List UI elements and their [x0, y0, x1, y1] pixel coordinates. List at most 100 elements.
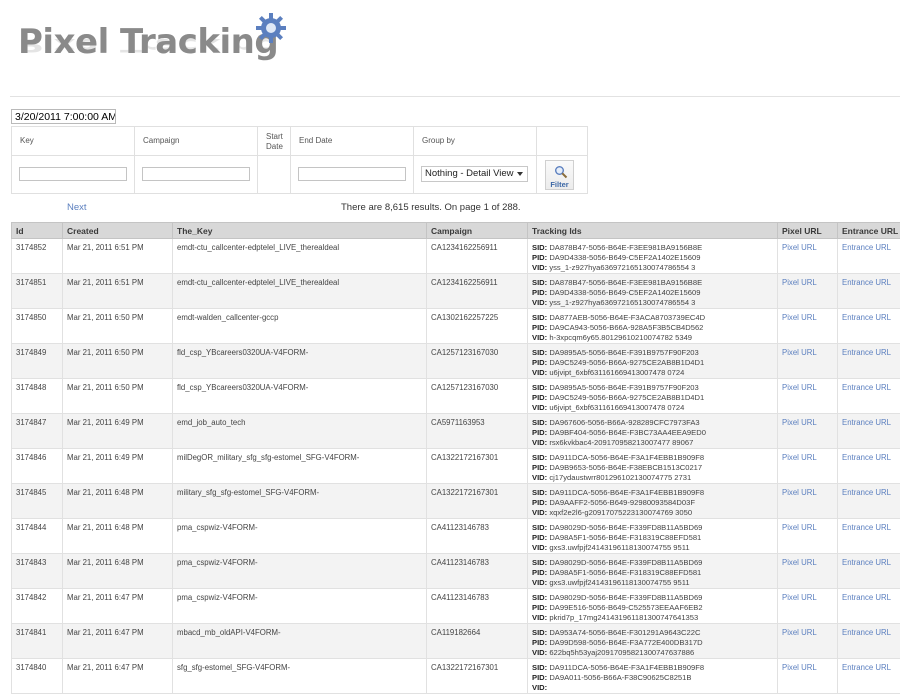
vid-label: VID:	[532, 683, 548, 692]
pid-value: DA99E516-5056-B649-C525573EEAAF6EB2	[549, 603, 703, 612]
cell-id: 3174846	[11, 448, 63, 484]
cell-key: pma_cspwiz-V4FORM-	[172, 588, 427, 624]
pixel-url-link[interactable]: Pixel URL	[782, 383, 817, 392]
column-header-id[interactable]: Id	[11, 222, 63, 239]
pixel-url-link[interactable]: Pixel URL	[782, 243, 817, 252]
cell-created: Mar 21, 2011 6:48 PM	[62, 553, 173, 589]
cell-created: Mar 21, 2011 6:48 PM	[62, 483, 173, 519]
entrance-url-link[interactable]: Entrance URL	[842, 663, 891, 672]
sid-label: SID:	[532, 628, 548, 637]
vid-value: cj17ydaustwrr801296102130074775 2731	[549, 473, 692, 482]
cell-entrance-url: Entrance URL	[837, 238, 900, 274]
pid-line: PID: DA9C5249-5056-B66A-9275CE2AB8B1D4D1	[532, 393, 777, 403]
cell-campaign: CA1322172167301	[426, 448, 528, 484]
cell-entrance-url: Entrance URL	[837, 553, 900, 589]
campaign-input[interactable]	[142, 167, 250, 181]
vid-value: rsx6kvkbac4-209170958213007477 89067	[549, 438, 694, 447]
pixel-url-link[interactable]: Pixel URL	[782, 663, 817, 672]
pixel-url-link[interactable]: Pixel URL	[782, 523, 817, 532]
column-header-entrance-url[interactable]: Entrance URL	[837, 222, 900, 239]
pixel-url-link[interactable]: Pixel URL	[782, 278, 817, 287]
next-page-link[interactable]: Next	[67, 202, 87, 213]
pixel-url-link[interactable]: Pixel URL	[782, 348, 817, 357]
pixel-url-link[interactable]: Pixel URL	[782, 453, 817, 462]
cell-tracking-ids: SID: DA953A74-5056-B64E-F301291A9643C22C…	[527, 623, 778, 659]
pid-value: DA9CA943-5056-B66A-928A5F3B5CB4D562	[549, 323, 704, 332]
filter-button[interactable]: Filter	[545, 160, 574, 190]
entrance-url-link[interactable]: Entrance URL	[842, 418, 891, 427]
cell-pixel-url: Pixel URL	[777, 658, 838, 694]
cell-tracking-ids: SID: DA877AEB-5056-B64E-F3ACA8703739EC4D…	[527, 308, 778, 344]
logo-reflection: Pixel Tracking	[18, 34, 279, 56]
pixel-url-link[interactable]: Pixel URL	[782, 593, 817, 602]
pixel-url-link[interactable]: Pixel URL	[782, 313, 817, 322]
pid-line: PID: DA9C5249-5056-B66A-9275CE2AB8B1D4D1	[532, 358, 777, 368]
entrance-url-link[interactable]: Entrance URL	[842, 488, 891, 497]
pid-label: PID:	[532, 358, 548, 367]
column-header-created[interactable]: Created	[62, 222, 173, 239]
table-row: 3174841 Mar 21, 2011 6:47 PM mbacd_mb_oldA…	[11, 623, 900, 659]
sid-line: SID: DA911DCA-5056-B64E-F3A1F4EBB1B909F8	[532, 663, 777, 673]
pid-value: DA9A011-5056-B66A-F38C90625C8251B	[549, 673, 692, 682]
results-table: Id Created The_Key Campaign Tracking Ids…	[11, 222, 900, 694]
sid-value: DA953A74-5056-B64E-F301291A9643C22C	[549, 628, 701, 637]
table-row: 3174851 Mar 21, 2011 6:51 PM emdt-ctu_call…	[11, 273, 900, 309]
entrance-url-link[interactable]: Entrance URL	[842, 243, 891, 252]
cell-id: 3174840	[11, 658, 63, 694]
entrance-url-link[interactable]: Entrance URL	[842, 523, 891, 532]
column-header-key[interactable]: The_Key	[172, 222, 427, 239]
column-header-tracking-ids[interactable]: Tracking Ids	[527, 222, 778, 239]
key-input[interactable]	[19, 167, 127, 181]
pid-value: DA9B9653-5056-B64E-F38EBCB1513C0217	[549, 463, 703, 472]
cell-tracking-ids: SID: DA98029D-5056-B64E-F339FD8B11A5BD69…	[527, 553, 778, 589]
entrance-url-link[interactable]: Entrance URL	[842, 453, 891, 462]
end-date-input[interactable]	[298, 167, 406, 181]
cell-pixel-url: Pixel URL	[777, 273, 838, 309]
vid-label: VID:	[532, 613, 548, 622]
cell-id: 3174847	[11, 413, 63, 449]
cell-tracking-ids: SID: DA911DCA-5056-B64E-F3A1F4EBB1B909F8…	[527, 658, 778, 694]
pixel-url-link[interactable]: Pixel URL	[782, 488, 817, 497]
cell-key: pma_cspwiz-V4FORM-	[172, 553, 427, 589]
entrance-url-link[interactable]: Entrance URL	[842, 278, 891, 287]
cell-created: Mar 21, 2011 6:51 PM	[62, 238, 173, 274]
column-header-pixel-url[interactable]: Pixel URL	[777, 222, 838, 239]
entrance-url-link[interactable]: Entrance URL	[842, 383, 891, 392]
cell-key: emd_job_auto_tech	[172, 413, 427, 449]
entrance-url-link[interactable]: Entrance URL	[842, 348, 891, 357]
pixel-url-link[interactable]: Pixel URL	[782, 628, 817, 637]
table-row: 3174848 Mar 21, 2011 6:50 PM fld_csp_YBcar…	[11, 378, 900, 414]
pid-label: PID:	[532, 603, 548, 612]
cell-tracking-ids: SID: DA98029D-5056-B64E-F339FD8B11A5BD69…	[527, 518, 778, 554]
table-row: 3174843 Mar 21, 2011 6:48 PM pma_cspwiz-V4…	[11, 553, 900, 589]
entrance-url-link[interactable]: Entrance URL	[842, 593, 891, 602]
column-header-campaign[interactable]: Campaign	[426, 222, 528, 239]
pid-value: DA98A5F1-5056-B64E-F318319C88EFD581	[549, 568, 702, 577]
date-input[interactable]: 3/20/2011 7:00:00 AM	[11, 109, 116, 124]
cell-entrance-url: Entrance URL	[837, 623, 900, 659]
entrance-url-link[interactable]: Entrance URL	[842, 313, 891, 322]
pixel-url-link[interactable]: Pixel URL	[782, 418, 817, 427]
cell-entrance-url: Entrance URL	[837, 658, 900, 694]
pid-line: PID: DA9D4338-5056-B649-C5EF2A1402E15609	[532, 288, 777, 298]
entrance-url-link[interactable]: Entrance URL	[842, 628, 891, 637]
vid-label: VID:	[532, 263, 548, 272]
sid-line: SID: DA911DCA-5056-B64E-F3A1F4EBB1B909F8	[532, 453, 777, 463]
cell-key: fld_csp_YBcareers0320UA-V4FORM-	[172, 378, 427, 414]
cell-tracking-ids: SID: DA878B47-5056-B64E-F3EE981BA9156B8E…	[527, 273, 778, 309]
pixel-url-link[interactable]: Pixel URL	[782, 558, 817, 567]
group-by-select[interactable]: Nothing - Detail View	[421, 166, 528, 182]
cell-created: Mar 21, 2011 6:47 PM	[62, 658, 173, 694]
cell-campaign: CA1234162256911	[426, 273, 528, 309]
entrance-url-link[interactable]: Entrance URL	[842, 558, 891, 567]
table-row: 3174844 Mar 21, 2011 6:48 PM pma_cspwiz-V4…	[11, 518, 900, 554]
pid-label: PID:	[532, 393, 548, 402]
sid-line: SID: DA878B47-5056-B64E-F3EE981BA9156B8E	[532, 243, 777, 253]
cell-id: 3174848	[11, 378, 63, 414]
cell-pixel-url: Pixel URL	[777, 378, 838, 414]
cell-pixel-url: Pixel URL	[777, 518, 838, 554]
cell-tracking-ids: SID: DA98029D-5056-B64E-F339FD8B11A5BD69…	[527, 588, 778, 624]
vid-line: VID: pkrid7p_17mg24143196118130074764135…	[532, 613, 777, 623]
sid-value: DA967606-5056-B66A-928289CFC7973FA3	[549, 418, 700, 427]
cell-campaign: CA41123146783	[426, 518, 528, 554]
